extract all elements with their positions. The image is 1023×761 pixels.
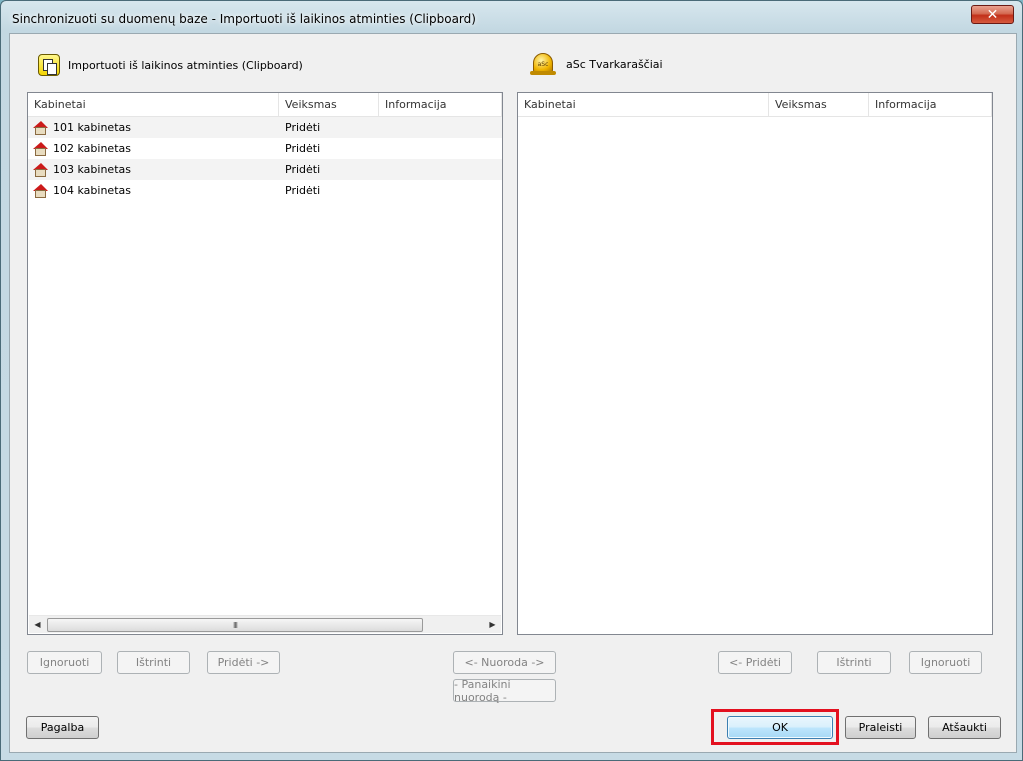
window-title: Sinchronizuoti su duomenų baze - Importu… [12,12,476,26]
row-name: 104 kabinetas [53,184,131,197]
right-list-view[interactable]: Kabinetai Veiksmas Informacija [517,92,993,635]
close-button[interactable]: ✕ [971,5,1014,24]
add-right-button[interactable]: Pridėti -> [207,651,280,674]
room-icon [33,162,48,177]
unlink-button[interactable]: - Panaikini nuorodą - [453,678,556,704]
grip-icon: III [232,620,238,630]
ignore-right-button[interactable]: Ignoruoti [909,651,982,674]
dialog-client-area: Importuoti iš laikinos atminties (Clipbo… [9,33,1017,753]
asc-bell-dome: aSc [533,53,553,73]
ok-highlight-box [711,709,839,745]
column-header-veiksmas[interactable]: Veiksmas [279,93,379,116]
room-icon [33,120,48,135]
list-item[interactable]: 102 kabinetas Pridėti [28,138,502,159]
left-list-header: Kabinetai Veiksmas Informacija [28,93,502,117]
row-name: 102 kabinetas [53,142,131,155]
left-list-view[interactable]: Kabinetai Veiksmas Informacija 101 kabin… [27,92,503,635]
row-action: Pridėti [285,121,321,134]
row-name: 103 kabinetas [53,163,131,176]
dialog-window: Sinchronizuoti su duomenų baze - Importu… [0,0,1023,761]
scroll-right-icon[interactable]: ▶ [484,616,501,633]
list-item[interactable]: 104 kabinetas Pridėti [28,180,502,201]
ignore-left-button[interactable]: Ignoruoti [27,651,102,674]
asc-bell-icon: aSc [530,50,556,78]
cancel-button[interactable]: Atšaukti [928,716,1001,739]
row-name: 101 kabinetas [53,121,131,134]
row-action: Pridėti [285,142,321,155]
delete-right-button[interactable]: Ištrinti [817,651,891,674]
column-header-kabinetai[interactable]: Kabinetai [28,93,279,116]
close-icon: ✕ [986,6,999,23]
scroll-left-icon[interactable]: ◀ [29,616,46,633]
scrollbar-thumb[interactable]: III [47,618,423,632]
link-button[interactable]: <- Nuoroda -> [453,651,556,674]
room-icon [33,183,48,198]
column-header-informacija[interactable]: Informacija [379,93,502,116]
clipboard-icon [38,54,60,76]
left-source-label: Importuoti iš laikinos atminties (Clipbo… [68,58,303,72]
right-list-header: Kabinetai Veiksmas Informacija [518,93,992,117]
right-source-label: aSc Tvarkaraščiai [566,57,663,71]
list-item[interactable]: 103 kabinetas Pridėti [28,159,502,180]
list-item[interactable]: 101 kabinetas Pridėti [28,117,502,138]
left-horizontal-scrollbar[interactable]: ◀ III ▶ [29,615,501,633]
left-source-header: Importuoti iš laikinos atminties (Clipbo… [38,54,303,76]
title-bar[interactable]: Sinchronizuoti su duomenų baze - Importu… [1,1,1022,35]
right-source-header: aSc aSc Tvarkaraščiai [530,50,663,78]
delete-left-button[interactable]: Ištrinti [117,651,190,674]
row-action: Pridėti [285,184,321,197]
left-list-rows: 101 kabinetas Pridėti 102 kabinetas Prid… [28,117,502,201]
skip-button[interactable]: Praleisti [845,716,916,739]
row-action: Pridėti [285,163,321,176]
help-button[interactable]: Pagalba [26,716,99,739]
column-header-kabinetai[interactable]: Kabinetai [518,93,769,116]
column-header-veiksmas[interactable]: Veiksmas [769,93,869,116]
column-header-informacija[interactable]: Informacija [869,93,992,116]
room-icon [33,141,48,156]
add-left-button[interactable]: <- Pridėti [718,651,792,674]
